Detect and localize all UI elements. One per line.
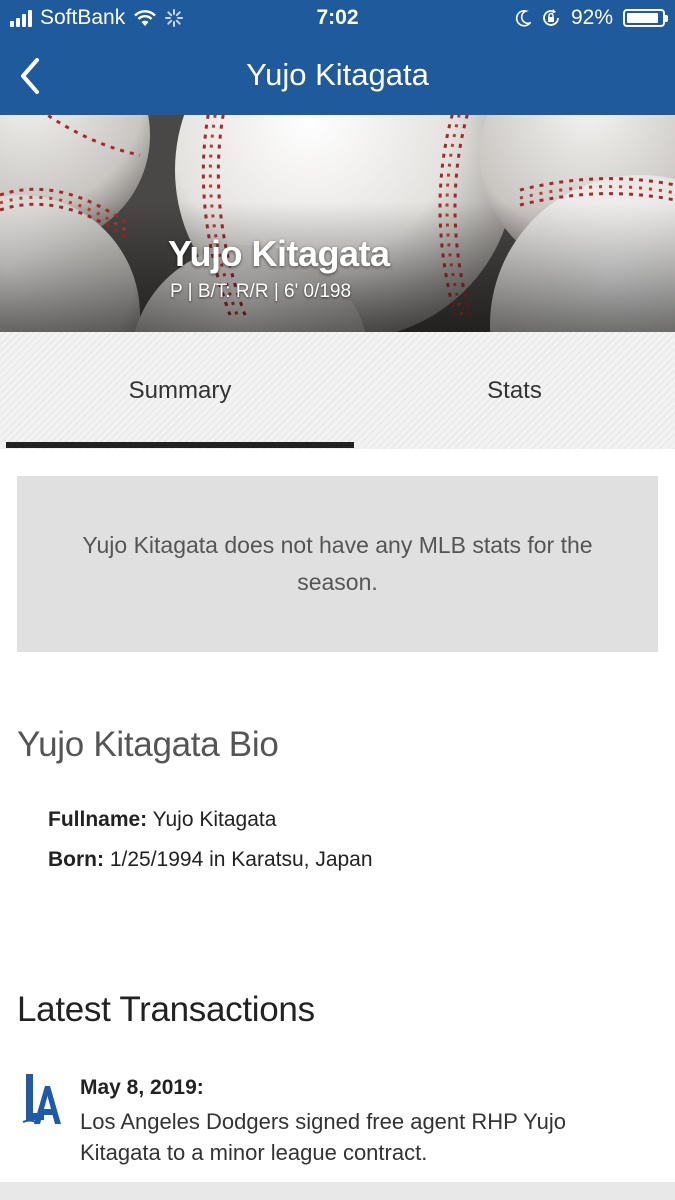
born-value: 1/25/1994 in Karatsu, Japan (109, 848, 373, 871)
dodgers-la-logo (22, 1074, 61, 1124)
transaction-date: May 8, 2019: (80, 1076, 204, 1099)
battery-percent: 92% (570, 6, 613, 29)
tab-stats[interactable]: Stats (354, 332, 675, 449)
bio-heading: Yujo Kitagata Bio (17, 725, 279, 764)
player-hero-banner: Yujo Kitagata P | B/T: R/R | 6' 0/198 (0, 115, 675, 332)
bio-born-row: Born: 1/25/1994 in Karatsu, Japan (48, 848, 373, 872)
bio-fullname-row: Fullname: Yujo Kitagata (48, 808, 276, 832)
born-label: Born: (48, 848, 104, 871)
bottom-divider (0, 1182, 675, 1200)
transaction-text: Los Angeles Dodgers signed free agent RH… (80, 1109, 566, 1165)
no-stats-notice: Yujo Kitagata does not have any MLB stat… (17, 476, 658, 652)
player-name: Yujo Kitagata (168, 233, 390, 274)
page-title: Yujo Kitagata (246, 57, 429, 92)
status-bar: SoftBank 7:02 92% (0, 0, 675, 38)
status-right: 92% (515, 6, 668, 30)
fullname-label: Fullname: (48, 808, 148, 831)
player-meta: P | B/T: R/R | 6' 0/198 (170, 281, 352, 302)
orientation-lock-icon (543, 9, 559, 26)
transactions-heading: Latest Transactions (17, 990, 315, 1029)
active-tab-indicator (6, 442, 354, 448)
battery-icon (623, 9, 668, 27)
fullname-value: Yujo Kitagata (152, 808, 277, 831)
tab-bar: Summary Stats (0, 332, 675, 449)
nav-bar: Yujo Kitagata (0, 38, 675, 115)
tab-summary[interactable]: Summary (6, 332, 354, 449)
battery-fill (627, 13, 659, 23)
moon-icon (515, 9, 531, 27)
